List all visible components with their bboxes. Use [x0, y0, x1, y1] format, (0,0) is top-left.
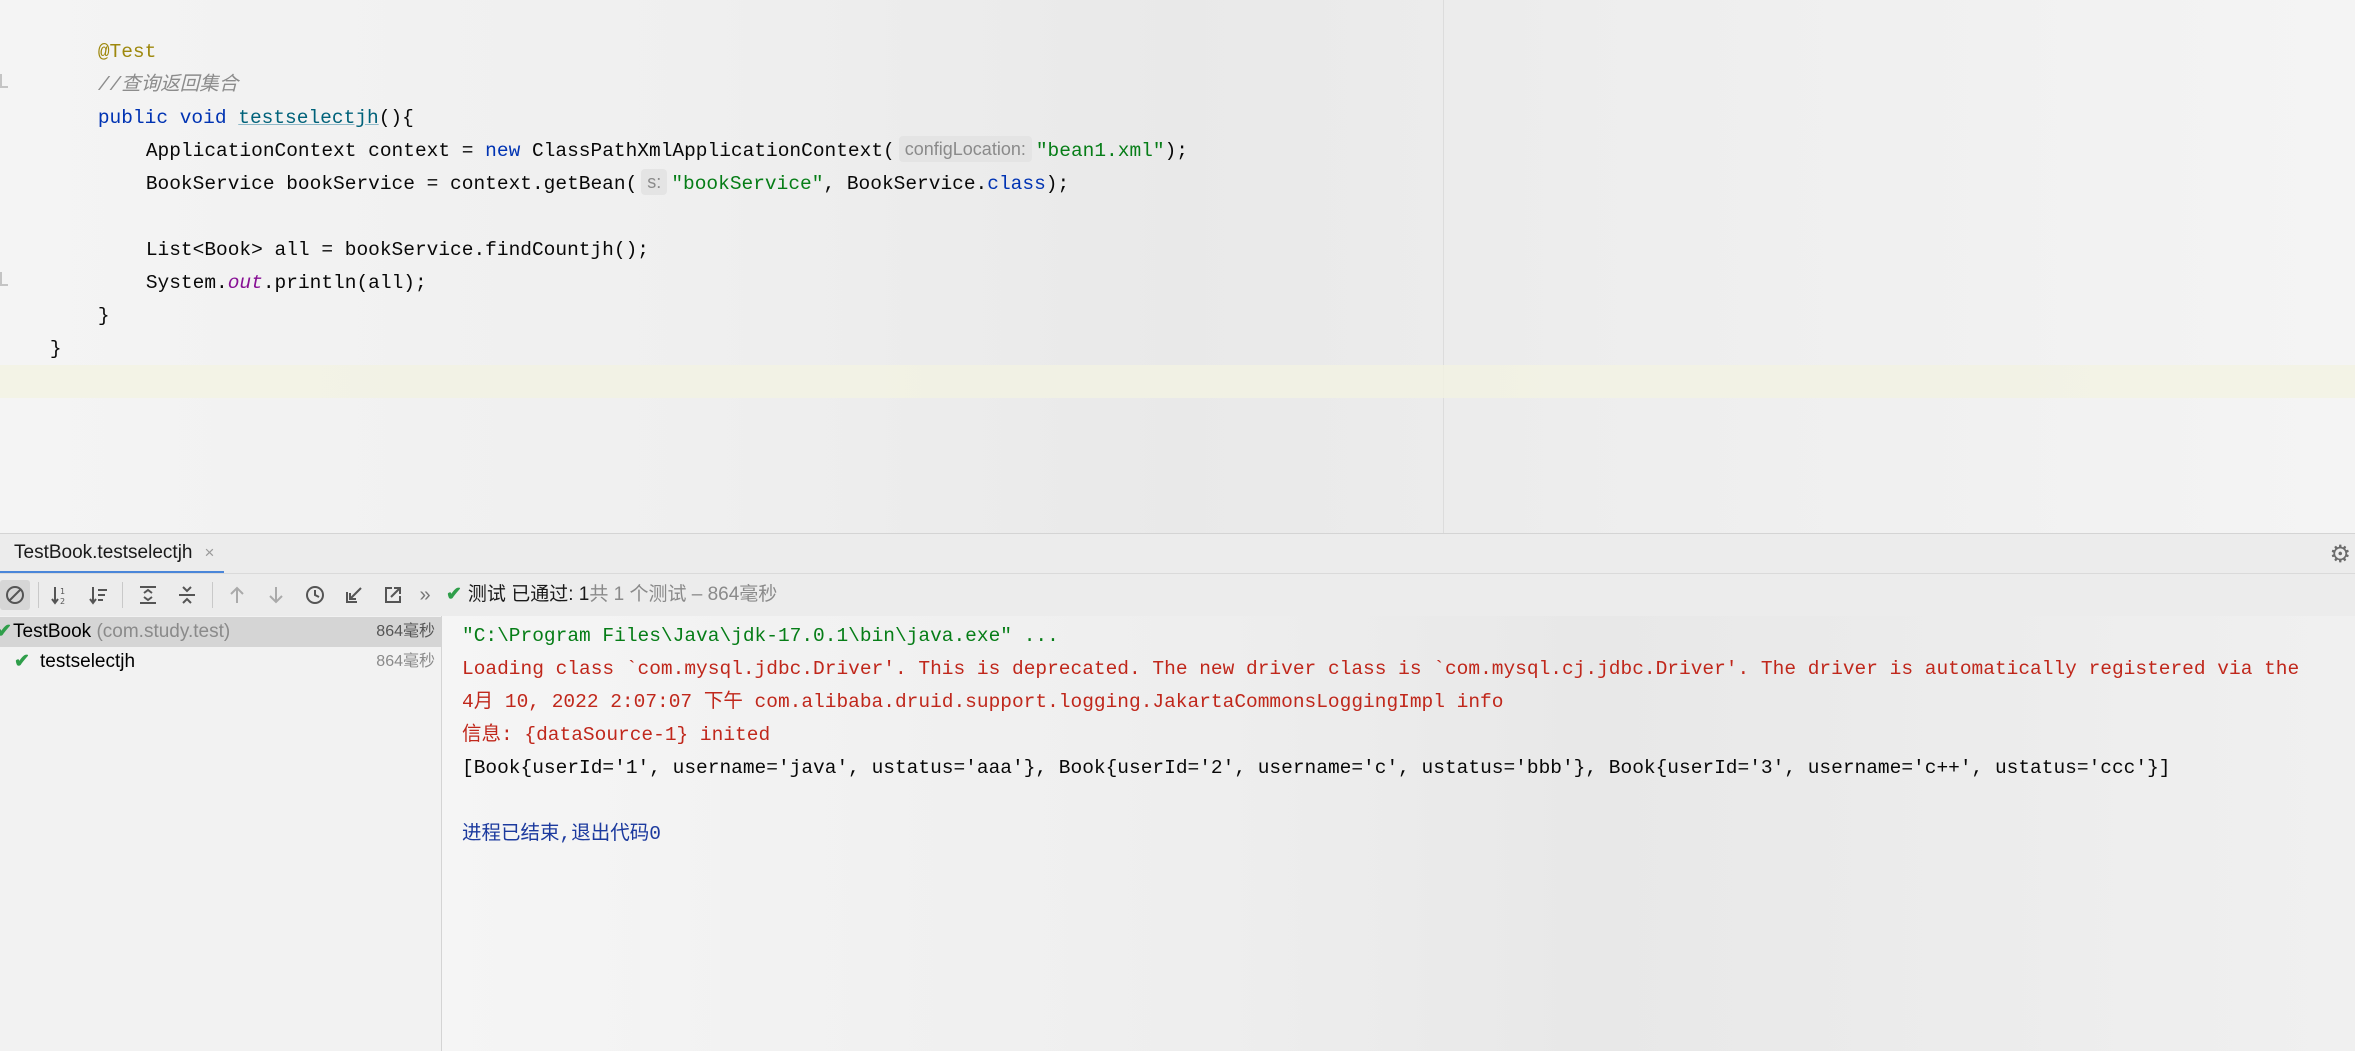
test-results-tree[interactable]: ✔ TestBook (com.study.test) 864毫秒 ✔ test… — [0, 616, 442, 1051]
code-line-findall[interactable]: List<Book> all = bookService.findCountjh… — [99, 201, 649, 261]
code-fragment: , BookService. — [823, 173, 988, 195]
static-field-out: out — [227, 272, 263, 294]
toolbar-separator — [122, 582, 123, 608]
tree-node-name: testselectjh — [40, 651, 136, 672]
console-line-warning: Loading class `com.mysql.jdbc.Driver'. T… — [462, 658, 2300, 680]
code-fragment: } — [97, 305, 110, 327]
code-line-println[interactable]: System.out.println(all); — [99, 234, 427, 294]
tree-node-time: 864毫秒 — [376, 653, 435, 670]
passed-check-icon: ✔ — [0, 621, 12, 642]
passed-check-icon: ✔ — [446, 584, 462, 605]
code-fragment: } — [49, 338, 62, 360]
console-output[interactable]: "C:\Program Files\Java\jdk-17.0.1\bin\ja… — [442, 616, 2355, 1051]
code-line-context[interactable]: ApplicationContext context = new ClassPa… — [99, 102, 1188, 162]
status-suffix: 共 1 个测试 – 864毫秒 — [589, 584, 778, 605]
run-tab-label: TestBook.testselectjh — [14, 541, 193, 563]
code-line-comment[interactable]: //查询返回集合 — [51, 36, 238, 96]
passed-check-icon: ✔ — [14, 651, 30, 672]
show-passed-toggle-icon[interactable] — [0, 580, 30, 610]
gear-icon[interactable]: ⚙ — [2329, 540, 2351, 569]
run-tab-bar: TestBook.testselectjh × ⚙ — [0, 533, 2355, 574]
code-fragment: ); — [1164, 140, 1188, 162]
code-fragment: .println(all); — [262, 272, 427, 294]
string-literal: "bookService" — [671, 173, 824, 195]
svg-text:2: 2 — [60, 597, 65, 606]
test-history-clock-icon[interactable] — [300, 580, 330, 610]
caret-row-highlight — [0, 365, 2355, 398]
fold-marker-icon[interactable] — [0, 272, 8, 286]
code-fragment: BookService bookService = context.getBea… — [145, 173, 638, 195]
console-line-log: 4月 10, 2022 2:07:07 下午 com.alibaba.druid… — [462, 691, 1504, 713]
previous-failed-test-icon[interactable] — [222, 580, 252, 610]
console-line-result: [Book{userId='1', username='java', ustat… — [462, 757, 2171, 779]
toolbar-separator — [38, 582, 39, 608]
sort-alphabetically-icon[interactable]: 12 — [46, 580, 76, 610]
code-line-getbean[interactable]: BookService bookService = context.getBea… — [99, 135, 1069, 195]
code-line-method-signature[interactable]: public void testselectjh(){ — [51, 69, 414, 129]
console-line-info: 信息: {dataSource-1} inited — [462, 724, 771, 746]
tree-node-testselectjh[interactable]: ✔ testselectjh 864毫秒 — [0, 647, 441, 677]
export-tests-icon[interactable] — [378, 580, 408, 610]
console-line-exit-code: 进程已结束,退出代码0 — [462, 823, 661, 845]
code-fragment: System. — [145, 272, 228, 294]
code-line-close-class[interactable]: } — [3, 300, 62, 360]
next-failed-test-icon[interactable] — [261, 580, 291, 610]
status-prefix: 测试 已通过: — [467, 584, 579, 605]
test-status-summary: ✔ 测试 已通过: 1共 1 个测试 – 864毫秒 — [446, 574, 777, 616]
tree-node-name: TestBook — [13, 621, 92, 642]
close-icon[interactable]: × — [204, 543, 214, 563]
console-line-command: "C:\Program Files\Java\jdk-17.0.1\bin\ja… — [462, 625, 1059, 647]
keyword-class: class — [987, 173, 1046, 195]
passed-count: 1 — [578, 584, 590, 605]
run-tab-testbook[interactable]: TestBook.testselectjh × — [0, 534, 225, 574]
tree-node-testbook[interactable]: ✔ TestBook (com.study.test) 864毫秒 — [0, 617, 441, 647]
fold-marker-icon[interactable] — [0, 74, 8, 88]
collapse-all-icon[interactable] — [172, 580, 202, 610]
toolbar-separator — [212, 582, 213, 608]
parameter-hint: s: — [641, 169, 668, 195]
more-actions-chevron-icon[interactable]: » — [412, 580, 438, 610]
code-line-close-method[interactable]: } — [51, 267, 110, 327]
tree-node-package: (com.study.test) — [96, 621, 231, 642]
code-fragment: ); — [1045, 173, 1070, 195]
run-toolbar: 12 » ✔ 测试 已通过: 1共 1 个测试 – 864毫秒 — [0, 573, 2355, 617]
code-line-annotation[interactable]: @Test — [51, 3, 157, 63]
sort-by-duration-icon[interactable] — [84, 580, 114, 610]
right-margin-guide — [1443, 0, 1444, 533]
code-editor[interactable]: @Test //查询返回集合 public void testselectjh(… — [0, 0, 2355, 533]
import-tests-icon[interactable] — [339, 580, 369, 610]
tree-node-time: 864毫秒 — [376, 623, 435, 640]
svg-text:1: 1 — [60, 587, 65, 596]
expand-all-icon[interactable] — [133, 580, 163, 610]
